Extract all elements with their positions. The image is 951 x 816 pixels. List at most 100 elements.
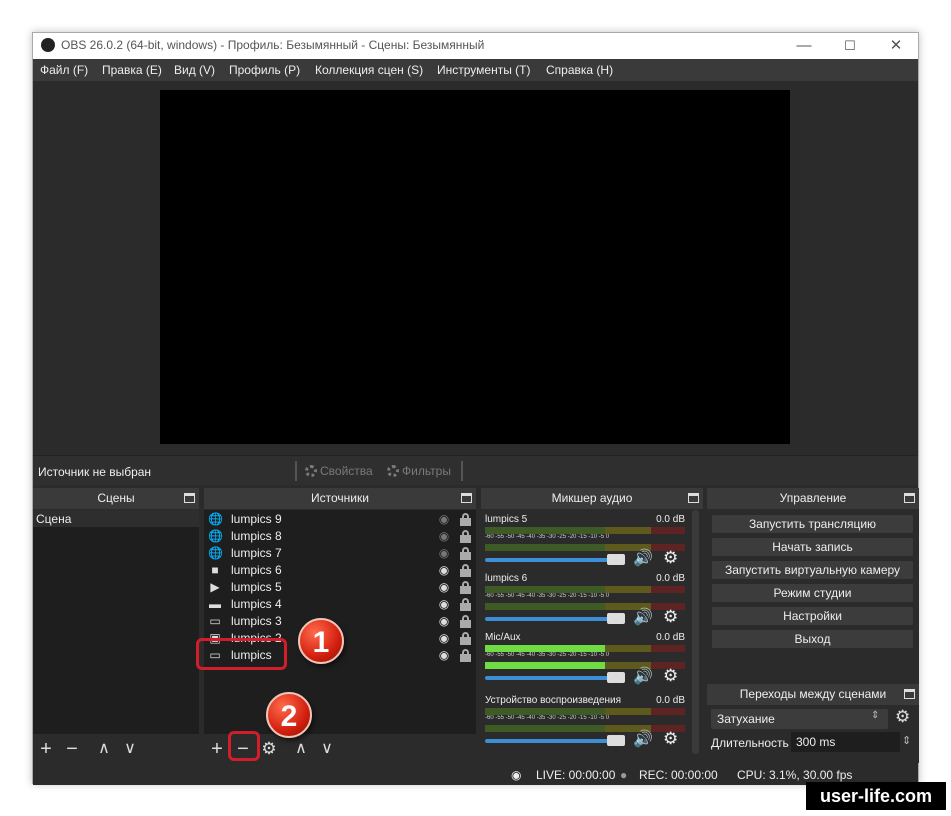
source-name: lumpics 9 [231, 512, 282, 526]
source-row[interactable]: ■ lumpics 6 ◉ [204, 562, 476, 579]
volume-fader[interactable] [485, 558, 619, 562]
gear-icon[interactable]: ⚙ [895, 707, 910, 727]
add-scene-button[interactable]: + [35, 736, 57, 762]
move-down-button[interactable]: ∨ [316, 736, 338, 762]
source-name: lumpics 4 [231, 597, 282, 611]
maximize-button[interactable]: ☐ [830, 35, 870, 57]
filters-button[interactable]: Фильтры [387, 464, 451, 478]
undock-icon[interactable] [184, 493, 195, 503]
menu-tools[interactable]: Инструменты (T) [437, 63, 530, 77]
lock-icon[interactable] [460, 615, 471, 628]
menu-help[interactable]: Справка (H) [546, 63, 613, 77]
gear-icon[interactable]: ⚙ [663, 607, 678, 627]
mixer-title: Микшер аудио [551, 491, 633, 505]
menu-file[interactable]: Файл (F) [40, 63, 88, 77]
lock-icon[interactable] [460, 564, 471, 577]
undock-icon[interactable] [904, 689, 915, 699]
lock-icon[interactable] [460, 581, 471, 594]
lock-icon[interactable] [460, 598, 471, 611]
eye-icon[interactable]: ◉ [436, 580, 452, 594]
minimize-button[interactable]: — [784, 35, 824, 57]
eye-icon[interactable]: ◉ [436, 563, 452, 577]
source-toolbar: Источник не выбран Свойства Фильтры [33, 455, 918, 485]
move-up-button[interactable]: ∧ [290, 736, 312, 762]
menu-scene-collection[interactable]: Коллекция сцен (S) [315, 63, 423, 77]
title-bar: OBS 26.0.2 (64-bit, windows) - Профиль: … [33, 33, 918, 59]
hidden-eye-icon[interactable]: ◉ [436, 529, 452, 543]
source-row[interactable]: 🌐 lumpics 7 ◉ [204, 545, 476, 562]
obs-logo-icon [41, 38, 55, 52]
step-badge-2: 2 [266, 692, 312, 738]
eye-icon[interactable]: ◉ [436, 648, 452, 662]
eye-icon[interactable]: ◉ [436, 631, 452, 645]
start-recording-button[interactable]: Начать запись [711, 537, 914, 557]
volume-meter [485, 708, 685, 715]
fader-knob[interactable] [607, 613, 625, 624]
speaker-icon[interactable]: 🔊 [633, 666, 653, 686]
gear-icon[interactable]: ⚙ [663, 548, 678, 568]
rec-time: REC: 00:00:00 [639, 768, 718, 782]
studio-mode-button[interactable]: Режим студии [711, 583, 914, 603]
cpu-stats: CPU: 3.1%, 30.00 fps [737, 768, 853, 782]
mixer-scrollbar[interactable] [692, 510, 699, 754]
speaker-icon[interactable]: 🔊 [633, 548, 653, 568]
lock-icon[interactable] [460, 513, 471, 526]
undock-icon[interactable] [461, 493, 472, 503]
source-row[interactable]: 🌐 lumpics 9 ◉ [204, 511, 476, 528]
undock-icon[interactable] [688, 493, 699, 503]
spinner-arrows-icon[interactable]: ⇕ [871, 710, 879, 721]
scenes-list: Сцена [33, 510, 199, 734]
source-properties-gear-icon[interactable]: ⚙ [258, 736, 280, 762]
lock-icon[interactable] [460, 649, 471, 662]
speaker-icon[interactable]: 🔊 [633, 729, 653, 749]
channel-name: lumpics 5 [485, 514, 528, 525]
remove-scene-button[interactable]: − [61, 736, 83, 762]
speaker-icon[interactable]: 🔊 [633, 607, 653, 627]
source-name: lumpics 5 [231, 580, 282, 594]
add-source-button[interactable]: + [206, 736, 228, 762]
obs-window: OBS 26.0.2 (64-bit, windows) - Профиль: … [32, 32, 919, 785]
settings-button[interactable]: Настройки [711, 606, 914, 626]
transition-select[interactable]: Затухание [711, 709, 888, 729]
source-row[interactable]: ▬ lumpics 4 ◉ [204, 596, 476, 613]
hidden-eye-icon[interactable]: ◉ [436, 512, 452, 526]
duration-spinner-icon[interactable]: ⇕ [902, 734, 911, 747]
move-down-button[interactable]: ∨ [119, 736, 141, 762]
undock-icon[interactable] [904, 493, 915, 503]
start-virtual-camera-button[interactable]: Запустить виртуальную камеру [711, 560, 914, 580]
menu-edit[interactable]: Правка (E) [102, 63, 162, 77]
lock-icon[interactable] [460, 530, 471, 543]
source-row[interactable]: ▶ lumpics 5 ◉ [204, 579, 476, 596]
hidden-eye-icon[interactable]: ◉ [436, 546, 452, 560]
meter-ticks: -60 -55 -50 -45 -40 -35 -30 -25 -20 -15 … [485, 652, 610, 658]
exit-button[interactable]: Выход [711, 629, 914, 649]
lock-icon[interactable] [460, 632, 471, 645]
status-bar: ◉ LIVE: 00:00:00 ● REC: 00:00:00 CPU: 3.… [33, 763, 918, 785]
preview-canvas[interactable] [160, 90, 790, 444]
fader-knob[interactable] [607, 735, 625, 746]
start-streaming-button[interactable]: Запустить трансляцию [711, 514, 914, 534]
menu-view[interactable]: Вид (V) [174, 63, 215, 77]
properties-button[interactable]: Свойства [305, 464, 373, 478]
lock-icon[interactable] [460, 547, 471, 560]
gear-icon[interactable]: ⚙ [663, 666, 678, 686]
fader-knob[interactable] [607, 672, 625, 683]
mixer-channel: Mic/Aux 0.0 dB -60 -55 -50 -45 -40 -35 -… [485, 632, 685, 690]
scene-item[interactable]: Сцена [33, 510, 199, 527]
volume-fader[interactable] [485, 676, 619, 680]
source-row[interactable]: 🌐 lumpics 8 ◉ [204, 528, 476, 545]
highlight-remove-button [228, 731, 260, 761]
filter-icon [387, 465, 399, 477]
duration-input[interactable]: 300 ms [791, 732, 900, 752]
move-up-button[interactable]: ∧ [93, 736, 115, 762]
volume-fader[interactable] [485, 617, 619, 621]
fader-knob[interactable] [607, 554, 625, 565]
eye-icon[interactable]: ◉ [436, 597, 452, 611]
sources-header: Источники [204, 488, 476, 509]
step-badge-1: 1 [298, 618, 344, 664]
gear-icon[interactable]: ⚙ [663, 729, 678, 749]
menu-profile[interactable]: Профиль (P) [229, 63, 300, 77]
eye-icon[interactable]: ◉ [436, 614, 452, 628]
volume-fader[interactable] [485, 739, 619, 743]
close-button[interactable]: ✕ [876, 35, 916, 57]
